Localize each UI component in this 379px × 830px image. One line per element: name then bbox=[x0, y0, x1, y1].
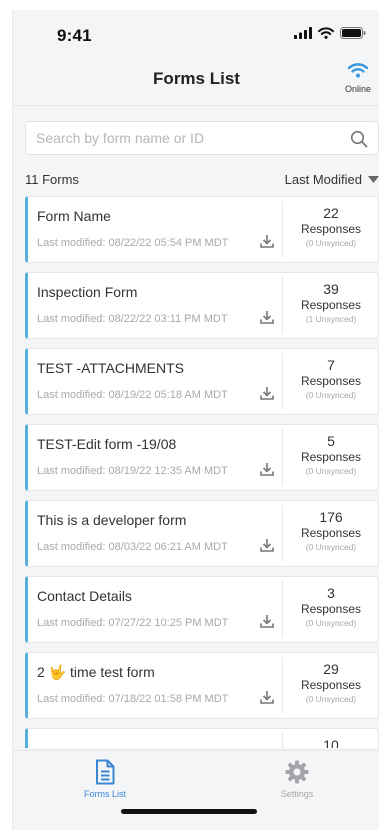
responses-count: 5 bbox=[327, 433, 335, 449]
form-info bbox=[37, 729, 273, 748]
form-name: TEST -ATTACHMENTS bbox=[37, 360, 184, 376]
unsynced-count: (0 Unsynced) bbox=[305, 618, 357, 628]
form-card[interactable]: Contact Details Last modified: 07/27/22 … bbox=[25, 576, 379, 643]
responses-label: Responses bbox=[300, 678, 362, 692]
form-name: 2 🤟 time test form bbox=[37, 664, 155, 680]
responses-count: 176 bbox=[319, 509, 343, 525]
sort-dropdown[interactable]: Last Modified bbox=[285, 172, 379, 187]
caret-down-icon bbox=[368, 176, 379, 183]
battery-icon bbox=[340, 27, 366, 39]
search-bar[interactable] bbox=[25, 121, 379, 155]
responses-count: 10 bbox=[323, 737, 339, 748]
connection-status[interactable]: Online bbox=[342, 62, 374, 94]
responses-summary[interactable]: 3 Responses (0 Unsynced) bbox=[283, 577, 379, 642]
download-icon[interactable] bbox=[259, 689, 275, 705]
responses-count: 7 bbox=[327, 357, 335, 373]
responses-label: Responses bbox=[300, 374, 362, 388]
responses-summary[interactable]: 7 Responses (0 Unsynced) bbox=[283, 349, 379, 414]
responses-label: Responses bbox=[300, 526, 362, 540]
form-card[interactable]: This is a developer form Last modified: … bbox=[25, 500, 379, 567]
unsynced-count: (0 Unsynced) bbox=[305, 466, 357, 476]
responses-count: 29 bbox=[323, 661, 339, 677]
unsynced-count: (0 Unsynced) bbox=[305, 238, 357, 248]
form-card[interactable]: TEST -ATTACHMENTS Last modified: 08/19/2… bbox=[25, 348, 379, 415]
form-name: This is a developer form bbox=[37, 512, 187, 528]
responses-summary[interactable]: 5 Responses (0 Unsynced) bbox=[283, 425, 379, 490]
form-info: This is a developer form Last modified: … bbox=[37, 501, 275, 566]
list-header: 11 Forms Last Modified bbox=[25, 172, 379, 190]
responses-summary[interactable]: 10 bbox=[283, 729, 379, 748]
download-icon[interactable] bbox=[259, 233, 275, 249]
sort-label: Last Modified bbox=[284, 172, 362, 187]
responses-summary[interactable]: 22 Responses (0 Unsynced) bbox=[283, 197, 379, 262]
responses-label: Responses bbox=[300, 222, 362, 236]
wifi-online-icon bbox=[347, 63, 369, 78]
unsynced-count: (1 Unsynced) bbox=[305, 314, 357, 324]
form-last-modified: Last modified: 07/18/22 01:58 PM MDT bbox=[37, 693, 229, 705]
form-last-modified: Last modified: 08/19/22 05:18 AM MDT bbox=[37, 389, 228, 401]
form-name: TEST-Edit form -19/08 bbox=[37, 436, 177, 452]
form-card[interactable]: Form Name Last modified: 08/22/22 05:54 … bbox=[25, 196, 379, 263]
wifi-status-icon bbox=[318, 27, 334, 39]
unsynced-count: (0 Unsynced) bbox=[305, 390, 357, 400]
forms-list: Form Name Last modified: 08/22/22 05:54 … bbox=[25, 196, 379, 748]
form-count: 11 Forms bbox=[25, 172, 79, 187]
form-info: Form Name Last modified: 08/22/22 05:54 … bbox=[37, 197, 275, 262]
connection-status-label: Online bbox=[344, 84, 371, 94]
responses-count: 22 bbox=[323, 205, 339, 221]
form-info: TEST -ATTACHMENTS Last modified: 08/19/2… bbox=[37, 349, 275, 414]
form-last-modified: Last modified: 08/03/22 06:21 AM MDT bbox=[37, 541, 228, 553]
form-info: Contact Details Last modified: 07/27/22 … bbox=[37, 577, 275, 642]
app-screen: 9:41 Forms List Online Search by form na… bbox=[12, 10, 379, 830]
download-icon[interactable] bbox=[259, 309, 275, 325]
responses-summary[interactable]: 29 Responses (0 Unsynced) bbox=[283, 653, 379, 718]
tab-label: Settings bbox=[280, 789, 314, 799]
tab-label: Forms List bbox=[83, 789, 126, 799]
responses-count: 39 bbox=[323, 281, 339, 297]
responses-label: Responses bbox=[300, 602, 362, 616]
responses-summary[interactable]: 39 Responses (1 Unsynced) bbox=[283, 273, 379, 338]
download-icon[interactable] bbox=[259, 461, 275, 477]
tab-forms-list[interactable]: Forms List bbox=[45, 759, 165, 799]
tab-settings[interactable]: Settings bbox=[237, 759, 357, 799]
form-last-modified: Last modified: 08/22/22 05:54 PM MDT bbox=[37, 237, 229, 249]
responses-count: 3 bbox=[327, 585, 335, 601]
home-indicator bbox=[121, 809, 257, 814]
responses-summary[interactable]: 176 Responses (0 Unsynced) bbox=[283, 501, 379, 566]
status-bar: 9:41 bbox=[13, 10, 379, 60]
search-input[interactable] bbox=[36, 122, 336, 154]
form-info: Inspection Form Last modified: 08/22/22 … bbox=[37, 273, 275, 338]
form-name: Contact Details bbox=[37, 588, 132, 604]
status-icons bbox=[294, 27, 366, 39]
form-card[interactable]: 2 🤟 time test form Last modified: 07/18/… bbox=[25, 652, 379, 719]
form-info: TEST-Edit form -19/08 Last modified: 08/… bbox=[37, 425, 275, 490]
form-name: Form Name bbox=[37, 208, 111, 224]
tab-bar: Forms List Settings bbox=[13, 750, 379, 830]
form-card[interactable]: Inspection Form Last modified: 08/22/22 … bbox=[25, 272, 379, 339]
download-icon[interactable] bbox=[259, 537, 275, 553]
form-card[interactable]: 10 bbox=[25, 728, 379, 748]
status-time: 9:41 bbox=[57, 26, 92, 45]
responses-label: Responses bbox=[300, 298, 362, 312]
form-info: 2 🤟 time test form Last modified: 07/18/… bbox=[37, 653, 275, 718]
search-icon[interactable] bbox=[350, 130, 368, 148]
unsynced-count: (0 Unsynced) bbox=[305, 694, 357, 704]
form-last-modified: Last modified: 08/19/22 12:35 AM MDT bbox=[37, 465, 228, 477]
form-last-modified: Last modified: 08/22/22 03:11 PM MDT bbox=[37, 313, 228, 325]
download-icon[interactable] bbox=[259, 385, 275, 401]
document-icon bbox=[96, 759, 115, 785]
form-name: Inspection Form bbox=[37, 284, 138, 300]
navigation-bar: Forms List Online bbox=[13, 60, 379, 106]
download-icon[interactable] bbox=[259, 613, 275, 629]
page-title: Forms List bbox=[153, 69, 240, 88]
unsynced-count: (0 Unsynced) bbox=[305, 542, 357, 552]
responses-label: Responses bbox=[300, 450, 362, 464]
form-last-modified: Last modified: 07/27/22 10:25 PM MDT bbox=[37, 617, 229, 629]
form-card[interactable]: TEST-Edit form -19/08 Last modified: 08/… bbox=[25, 424, 379, 491]
gear-icon bbox=[285, 760, 309, 784]
cellular-signal-icon bbox=[294, 27, 312, 39]
